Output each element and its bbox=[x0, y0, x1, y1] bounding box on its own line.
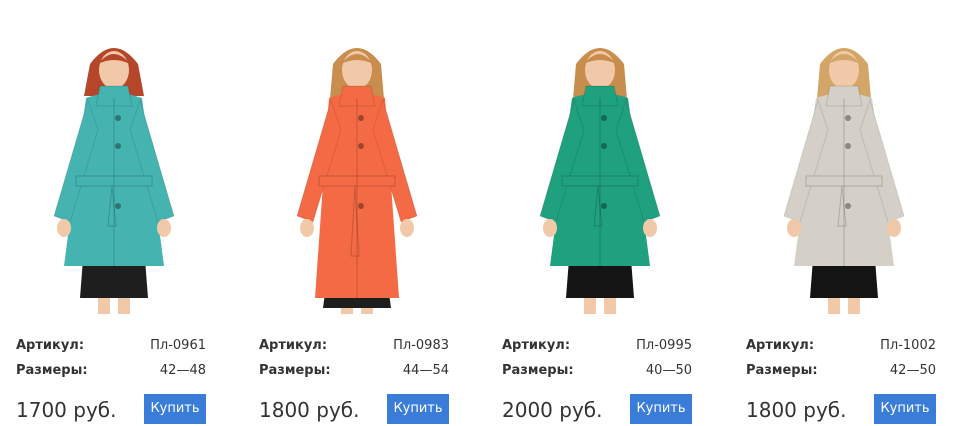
sizes-label: Размеры: bbox=[746, 363, 818, 378]
coral-coat-model-icon bbox=[296, 48, 418, 314]
article-label: Артикул: bbox=[16, 338, 85, 353]
sizes-value: 40—50 bbox=[645, 363, 692, 378]
turquoise-jacket-model-icon bbox=[53, 48, 175, 314]
article-label: Артикул: bbox=[502, 338, 571, 353]
article-label: Артикул: bbox=[259, 338, 328, 353]
product-price: 1700 руб. bbox=[16, 398, 117, 422]
product-card: Артикул: Пл-0983 Размеры: 44—54 1800 руб… bbox=[257, 0, 457, 426]
article-value: Пл-1002 bbox=[880, 338, 936, 353]
buy-button[interactable]: Купить bbox=[630, 394, 692, 424]
product-photo[interactable] bbox=[14, 26, 214, 318]
sizes-value: 42—50 bbox=[889, 363, 936, 378]
product-card: Артикул: Пл-1002 Размеры: 42—50 1800 руб… bbox=[744, 0, 944, 426]
sizes-label: Размеры: bbox=[259, 363, 331, 378]
product-photo[interactable] bbox=[744, 26, 944, 318]
product-price: 1800 руб. bbox=[259, 398, 360, 422]
sizes-label: Размеры: bbox=[16, 363, 88, 378]
product-photo[interactable] bbox=[500, 26, 700, 318]
product-photo[interactable] bbox=[257, 26, 457, 318]
product-price: 1800 руб. bbox=[746, 398, 847, 422]
buy-button[interactable]: Купить bbox=[144, 394, 206, 424]
buy-button[interactable]: Купить bbox=[387, 394, 449, 424]
buy-button[interactable]: Купить bbox=[874, 394, 936, 424]
beige-jacket-model-icon bbox=[783, 48, 905, 314]
product-card: Артикул: Пл-0995 Размеры: 40—50 2000 руб… bbox=[500, 0, 700, 426]
product-grid: Артикул: Пл-0961 Размеры: 42—48 1700 руб… bbox=[0, 0, 957, 426]
sizes-value: 42—48 bbox=[159, 363, 206, 378]
article-value: Пл-0961 bbox=[150, 338, 206, 353]
article-value: Пл-0983 bbox=[393, 338, 449, 353]
article-label: Артикул: bbox=[746, 338, 815, 353]
sizes-value: 44—54 bbox=[402, 363, 449, 378]
sizes-label: Размеры: bbox=[502, 363, 574, 378]
article-value: Пл-0995 bbox=[636, 338, 692, 353]
green-jacket-model-icon bbox=[539, 48, 661, 314]
product-card: Артикул: Пл-0961 Размеры: 42—48 1700 руб… bbox=[14, 0, 214, 426]
product-price: 2000 руб. bbox=[502, 398, 603, 422]
